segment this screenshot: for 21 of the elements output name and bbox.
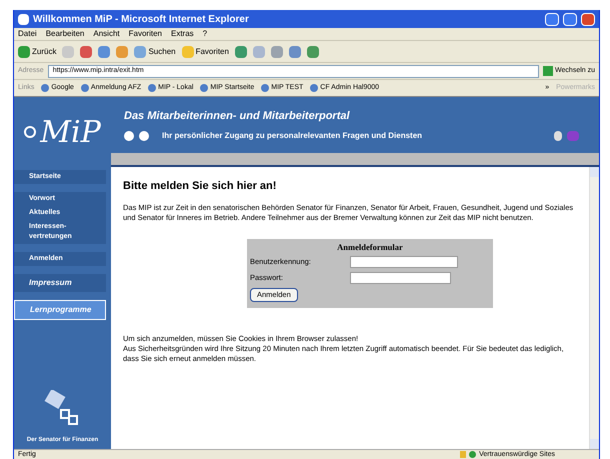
menu-item[interactable]: Bearbeiten [46, 28, 84, 40]
maximize-button[interactable] [563, 12, 577, 26]
toolbar-button[interactable]: Suchen [134, 46, 176, 58]
portal-title: Das Mitarbeiterinnen- und Mitarbeiterportal [124, 108, 351, 124]
menu-item[interactable]: Extras [170, 28, 194, 40]
portal-subtitle: Ihr persönlicher Zugang zu personalrelevanten Fragen und Diensten [162, 130, 424, 142]
menu-item[interactable]: Datei [18, 28, 37, 40]
password-field[interactable] [350, 272, 451, 284]
close-button[interactable] [581, 12, 595, 26]
menu-item[interactable]: Ansicht [93, 28, 120, 40]
toolbar-button[interactable]: Favoriten [182, 46, 229, 58]
logo: MiP [40, 114, 101, 152]
minimize-button[interactable] [545, 12, 559, 26]
menu-item[interactable]: Favoriten [128, 28, 162, 40]
username-field[interactable] [350, 256, 458, 268]
window-title: Willkommen MiP - Microsoft Internet Explorer [33, 12, 250, 26]
page-heading: Bitte melden Sie sich hier an! [123, 181, 278, 191]
sidebar-item[interactable]: Impressum [14, 274, 106, 292]
form-title: Anmeldeformular [337, 242, 403, 252]
menu-item[interactable]: ? [202, 28, 208, 40]
toolbar-button[interactable]: Zurück [18, 46, 56, 58]
